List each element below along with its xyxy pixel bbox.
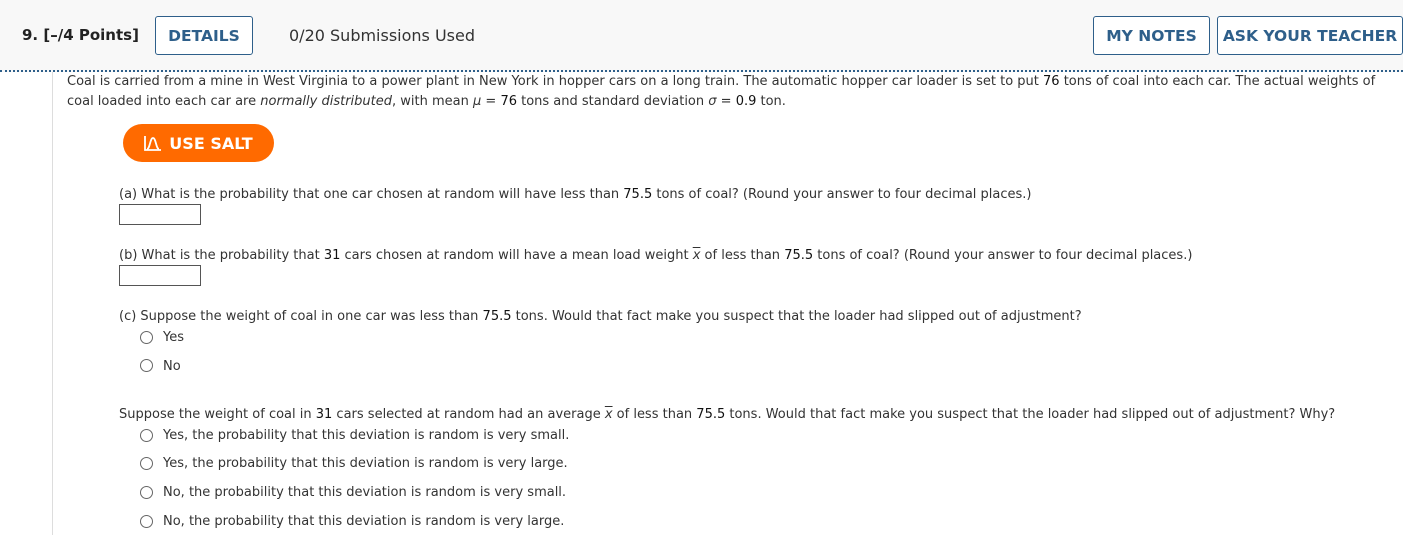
problem-intro-line1: Coal is carried from a mine in West Virg… xyxy=(67,74,1376,89)
details-button[interactable]: DETAILS xyxy=(155,16,253,55)
submissions-count: 0/20 Submissions Used xyxy=(289,26,476,45)
part-a-question: (a) What is the probability that one car… xyxy=(119,187,1032,202)
use-salt-button[interactable]: USE SALT xyxy=(123,124,274,162)
part-d-radio-1[interactable] xyxy=(140,429,153,442)
part-b-question: (b) What is the probability that 31 cars… xyxy=(119,248,1193,263)
left-rule xyxy=(52,72,53,535)
part-c-option-no[interactable]: No xyxy=(163,359,181,374)
part-c-radio-no[interactable] xyxy=(140,359,153,372)
ask-teacher-button[interactable]: ASK YOUR TEACHER xyxy=(1217,16,1403,55)
question-number: 9. [–/4 Points] xyxy=(22,26,139,44)
part-d-option-3[interactable]: No, the probability that this deviation … xyxy=(163,485,566,500)
problem-intro-line2: coal loaded into each car are normally d… xyxy=(67,94,786,109)
part-c-radio-yes[interactable] xyxy=(140,331,153,344)
my-notes-button[interactable]: MY NOTES xyxy=(1093,16,1210,55)
part-d-radio-2[interactable] xyxy=(140,457,153,470)
points-label: [–/4 Points] xyxy=(43,26,139,44)
part-d-option-4[interactable]: No, the probability that this deviation … xyxy=(163,514,564,529)
use-salt-label: USE SALT xyxy=(169,133,253,153)
part-d-question: Suppose the weight of coal in 31 cars se… xyxy=(119,407,1336,422)
part-c-option-yes[interactable]: Yes xyxy=(163,330,184,345)
question-header: 9. [–/4 Points] DETAILS 0/20 Submissions… xyxy=(0,0,1403,72)
part-d-radio-4[interactable] xyxy=(140,515,153,528)
part-a-answer-input[interactable] xyxy=(119,204,201,225)
part-c-question: (c) Suppose the weight of coal in one ca… xyxy=(119,309,1082,324)
part-d-option-2[interactable]: Yes, the probability that this deviation… xyxy=(163,456,568,471)
part-d-radio-3[interactable] xyxy=(140,486,153,499)
salt-chart-icon xyxy=(144,136,162,151)
part-b-answer-input[interactable] xyxy=(119,265,201,286)
part-d-option-1[interactable]: Yes, the probability that this deviation… xyxy=(163,428,569,443)
